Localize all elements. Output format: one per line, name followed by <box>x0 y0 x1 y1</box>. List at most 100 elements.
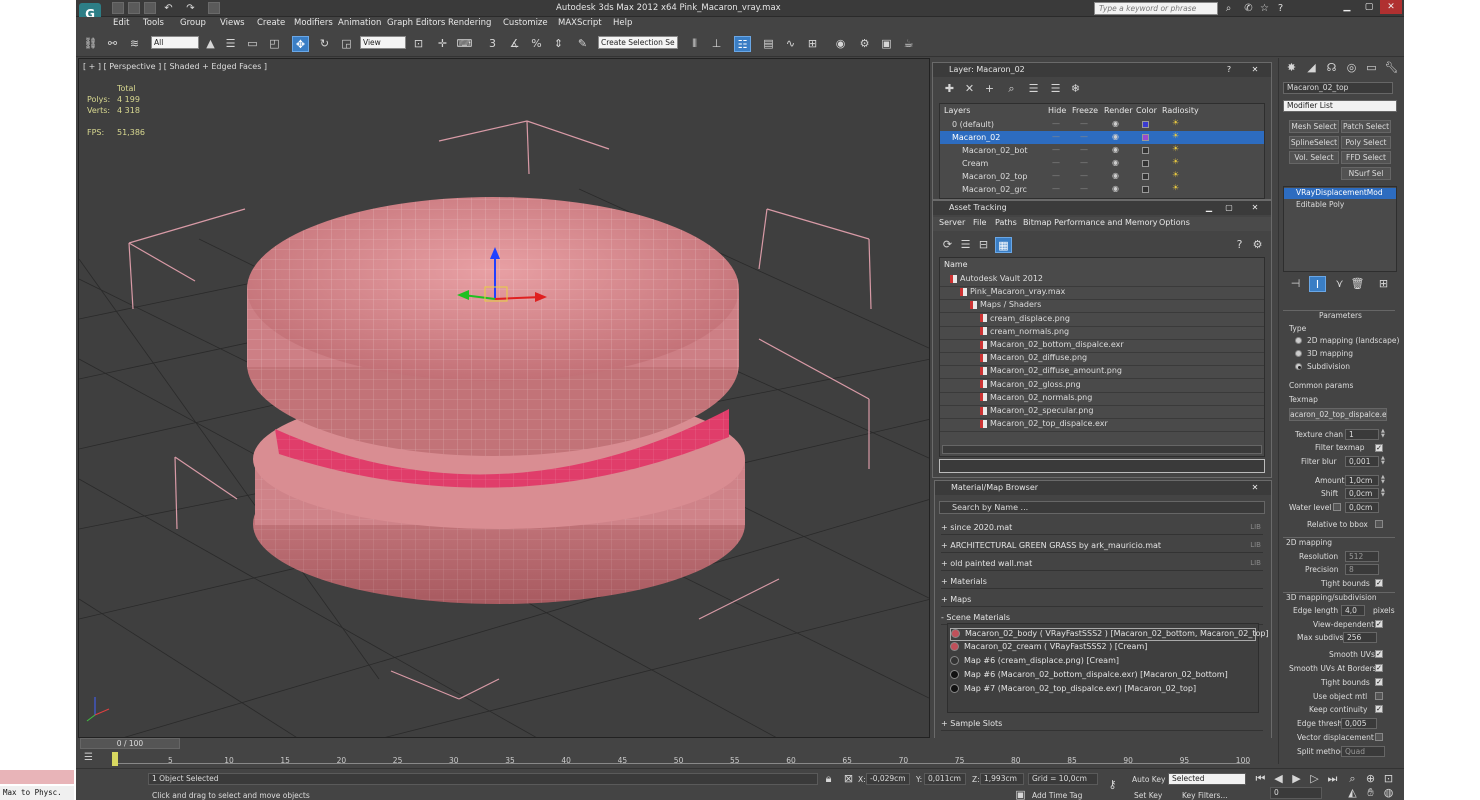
close-button[interactable]: ✕ <box>1380 0 1402 14</box>
radiosity-sun-icon[interactable]: ☀ <box>1172 144 1179 153</box>
asset-menu-file[interactable]: File <box>973 218 986 227</box>
vector-displacement-checkbox[interactable] <box>1375 733 1383 741</box>
layer-panel-help-button[interactable]: ? <box>1221 64 1237 75</box>
filter-texmap-checkbox[interactable]: ✓ <box>1375 444 1383 452</box>
selection-filter-dropdown[interactable]: All <box>151 36 199 49</box>
y-coordinate-field[interactable]: 0,011cm <box>924 773 966 785</box>
field-of-view-icon[interactable]: ◭ <box>1344 785 1361 800</box>
hide-toggle[interactable]: — <box>1052 119 1060 128</box>
type-subdivision-radio[interactable] <box>1295 363 1302 370</box>
layer-tool-icon[interactable]: ✚ <box>941 81 958 97</box>
search-icon[interactable]: ⌕ <box>1222 2 1235 15</box>
scene-material-item[interactable]: Map #7 (Macaron_02_top_dispalce.exr) [Ma… <box>950 684 1256 697</box>
asset-row[interactable]: cream_normals.png <box>940 327 1264 340</box>
layer-panel-close-button[interactable]: ✕ <box>1247 64 1263 75</box>
minimize-button[interactable]: ▁ <box>1336 0 1358 14</box>
menu-animation[interactable]: Animation <box>338 18 381 28</box>
menu-graph-editors[interactable]: Graph Editors <box>387 18 445 28</box>
hide-toggle[interactable]: — <box>1052 158 1060 167</box>
asset-row[interactable]: Macaron_02_normals.png <box>940 393 1264 406</box>
maximize-button[interactable]: ▢ <box>1358 0 1380 14</box>
pin-stack-icon[interactable]: ⊣ <box>1287 276 1304 292</box>
list-view-icon[interactable]: ☰ <box>957 237 974 253</box>
col-layers[interactable]: Layers <box>944 106 970 115</box>
filter-blur-spinner[interactable]: ▲ ▼ <box>1381 456 1387 466</box>
freeze-toggle[interactable]: — <box>1080 171 1088 180</box>
texmap-button[interactable]: acaron_02_top_dispalce.exr) <box>1289 408 1387 421</box>
render-teapot-icon[interactable]: ◉ <box>1112 119 1119 128</box>
asset-menu-server[interactable]: Server <box>939 218 965 227</box>
poly-select-button[interactable]: Poly Select <box>1341 136 1391 149</box>
stack-item-vray-displacement[interactable]: VRayDisplacementMod <box>1284 188 1396 199</box>
freeze-all-layers-icon[interactable]: ❄ <box>1067 81 1084 97</box>
shift-field[interactable]: 0,0cm <box>1345 488 1379 499</box>
menu-tools[interactable]: Tools <box>143 18 164 28</box>
display-tab-icon[interactable]: ▭ <box>1363 60 1380 76</box>
material-category[interactable]: + old painted wall.mat LIB <box>941 559 1263 571</box>
tight-bounds-3d-checkbox[interactable]: ✓ <box>1375 678 1383 686</box>
menu-group[interactable]: Group <box>180 18 206 28</box>
z-coordinate-field[interactable]: 1,993cm <box>980 773 1024 785</box>
menu-customize[interactable]: Customize <box>503 18 548 28</box>
render-teapot-icon[interactable]: ◉ <box>1112 132 1119 141</box>
shift-spinner[interactable]: ▲ ▼ <box>1381 488 1387 498</box>
communication-center-icon[interactable]: ✆ <box>1242 2 1255 15</box>
absolute-mode-icon[interactable]: ⊠ <box>840 771 857 787</box>
utilities-tab-icon[interactable]: 🔧︎ <box>1383 60 1400 76</box>
asset-menu-bitmap[interactable]: Bitmap Performance and Memory <box>1023 218 1158 227</box>
key-filters-button[interactable]: Key Filters... <box>1182 791 1228 800</box>
asset-col-name[interactable]: Name <box>944 260 968 269</box>
layer-row[interactable]: Macaron_02_top — — ◉ ☀ <box>940 170 1264 183</box>
radiosity-sun-icon[interactable]: ☀ <box>1172 118 1179 127</box>
layer-row[interactable]: 0 (default) — — ◉ ☀ <box>940 118 1264 131</box>
open-file-icon[interactable] <box>128 2 140 14</box>
curve-editor-icon[interactable]: ∿ <box>782 36 799 52</box>
time-slider[interactable]: 0 / 100 <box>80 738 180 749</box>
bind-space-warp-icon[interactable]: ≋ <box>126 36 143 52</box>
ffd-select-button[interactable]: FFD Select <box>1341 151 1391 164</box>
relative-bbox-checkbox[interactable] <box>1375 520 1383 528</box>
menu-help[interactable]: Help <box>613 18 632 28</box>
select-and-move-icon[interactable]: ✥ <box>292 36 309 52</box>
freeze-toggle[interactable]: — <box>1080 119 1088 128</box>
save-file-icon[interactable] <box>144 2 156 14</box>
rendered-frame-window-icon[interactable]: ▣ <box>878 36 895 52</box>
asset-menu-options[interactable]: Options <box>1159 218 1190 227</box>
split-method-dropdown[interactable]: Quad <box>1341 746 1385 757</box>
stack-item-editable-poly[interactable]: Editable Poly <box>1284 200 1396 211</box>
object-name-field[interactable]: Macaron_02_top <box>1283 82 1393 94</box>
make-unique-icon[interactable]: ⋎ <box>1331 276 1348 292</box>
help-icon[interactable]: ? <box>1274 2 1287 15</box>
render-teapot-icon[interactable]: ◉ <box>1112 158 1119 167</box>
add-time-tag[interactable]: Add Time Tag <box>1032 791 1082 800</box>
material-category[interactable]: + ARCHITECTURAL GREEN GRASS by ark_mauri… <box>941 541 1263 553</box>
window-crossing-icon[interactable]: ◰ <box>266 36 283 52</box>
col-hide[interactable]: Hide <box>1048 106 1066 115</box>
asset-row[interactable]: Macaron_02_specular.png <box>940 406 1264 419</box>
resolution-field[interactable]: 512 <box>1345 551 1379 562</box>
scene-material-item[interactable]: Map #6 (cream_displace.png) [Cream] <box>950 656 1256 669</box>
radiosity-sun-icon[interactable]: ☀ <box>1172 131 1179 140</box>
table-view-icon[interactable]: ▦ <box>995 237 1012 253</box>
radiosity-sun-icon[interactable]: ☀ <box>1172 157 1179 166</box>
max-subdivs-field[interactable]: 256 <box>1343 632 1377 643</box>
select-manipulate-icon[interactable]: ✛ <box>434 36 451 52</box>
redo-icon[interactable]: ↷ <box>184 2 197 15</box>
highlight-layer-icon[interactable]: ☰ <box>1025 81 1042 97</box>
previous-frame-icon[interactable]: ◀ <box>1270 771 1287 787</box>
menu-create[interactable]: Create <box>257 18 285 28</box>
layer-row[interactable]: Macaron_02_bot — — ◉ ☀ <box>940 144 1264 157</box>
freeze-toggle[interactable]: — <box>1080 132 1088 141</box>
undo-icon[interactable]: ↶ <box>162 2 175 15</box>
next-frame-icon[interactable]: ▷ <box>1306 771 1323 787</box>
layer-color-swatch[interactable] <box>1142 160 1149 167</box>
select-and-link-icon[interactable]: ⛓ <box>82 36 99 52</box>
hide-toggle[interactable]: — <box>1052 132 1060 141</box>
add-to-layer-icon[interactable]: + <box>981 81 998 97</box>
asset-row[interactable]: Macaron_02_top_dispalce.exr <box>940 419 1264 433</box>
scene-material-item[interactable]: Map #6 (Macaron_02_bottom_dispalce.exr) … <box>950 670 1256 683</box>
asset-horizontal-scrollbar[interactable] <box>942 445 1262 454</box>
align-icon[interactable]: ⊥ <box>708 36 725 52</box>
configure-sets-icon[interactable]: ⊞ <box>1375 276 1392 292</box>
curve-editor-mini-icon[interactable]: ☰ <box>84 752 98 764</box>
